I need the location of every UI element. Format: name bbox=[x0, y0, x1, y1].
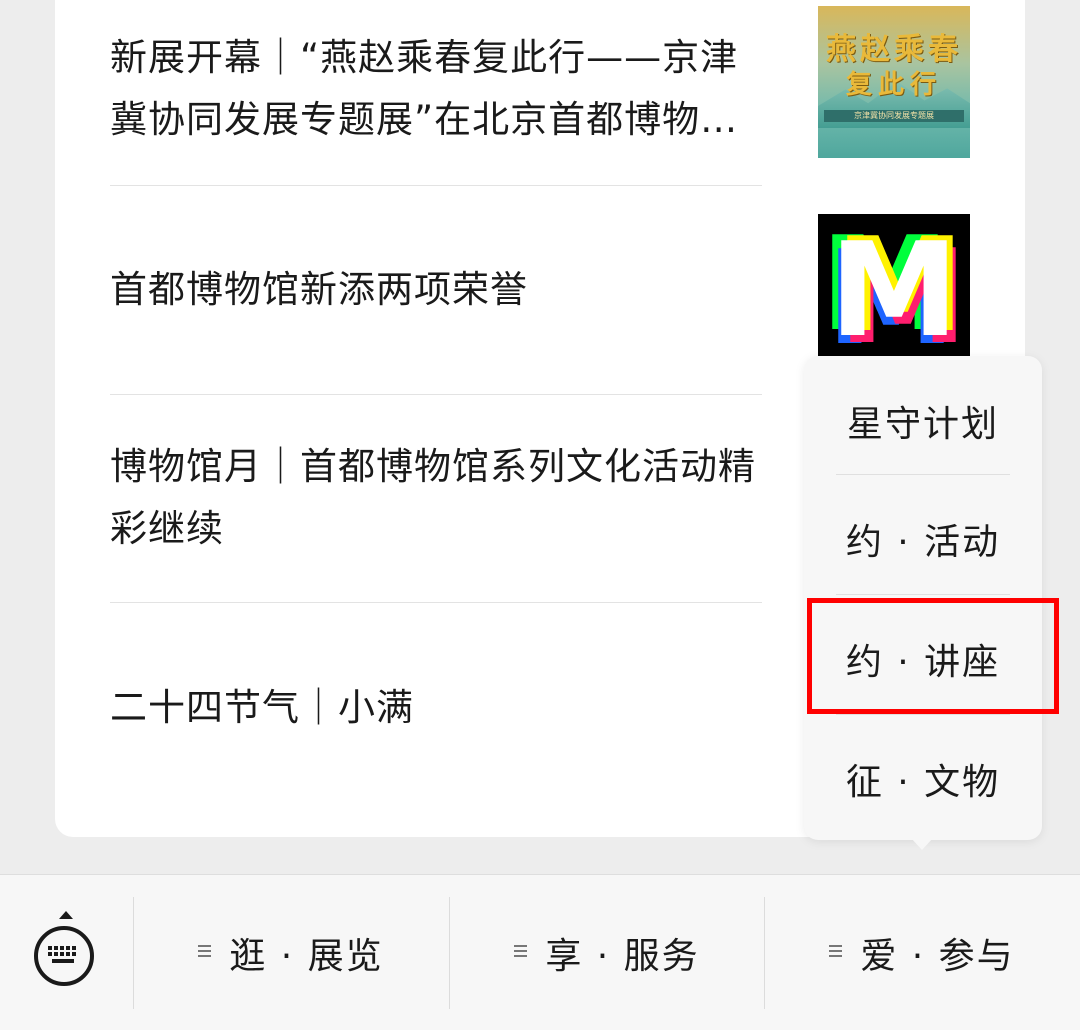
article-item[interactable]: 博物馆月｜首都博物馆系列文化活动精彩继续 bbox=[110, 400, 762, 596]
caret-up-icon bbox=[59, 911, 73, 919]
article-title: 首都博物馆新添两项荣誉 bbox=[110, 268, 528, 311]
keyboard-icon[interactable] bbox=[34, 926, 94, 986]
menu-icon bbox=[198, 943, 212, 958]
article-title: 二十四节气｜小满 bbox=[110, 686, 414, 729]
tab-label: 逛 · 展览 bbox=[229, 935, 384, 977]
divider bbox=[110, 602, 762, 603]
thumbnail-calligraphy: 复此行 bbox=[845, 70, 942, 100]
tab-participate[interactable]: 爱 · 参与 bbox=[765, 875, 1079, 1030]
popup-arrow bbox=[911, 838, 933, 850]
article-item[interactable]: 新展开幕｜“燕赵乘春复此行——京津冀协同发展专题展”在北京首都博物馆开幕 bbox=[110, 12, 762, 166]
logo-letter: M bbox=[829, 214, 959, 366]
divider bbox=[836, 714, 1010, 715]
popup-item-activity[interactable]: 约 · 活动 bbox=[804, 480, 1042, 598]
divider bbox=[836, 474, 1010, 475]
article-title: 新展开幕｜“燕赵乘春复此行——京津冀协同发展专题展”在北京首都博物馆开幕 bbox=[110, 36, 739, 141]
divider bbox=[110, 394, 762, 395]
divider bbox=[836, 594, 1010, 595]
bottom-tab-bar: 逛 · 展览 享 · 服务 爱 · 参与 bbox=[0, 874, 1080, 1030]
tab-services[interactable]: 享 · 服务 bbox=[450, 875, 764, 1030]
article-item[interactable]: 首都博物馆新添两项荣誉 bbox=[110, 190, 762, 390]
divider bbox=[110, 185, 762, 186]
article-thumbnail[interactable]: 燕赵乘春 复此行 京津冀协同发展专题展 bbox=[818, 6, 970, 158]
article-item[interactable]: 二十四节气｜小满 bbox=[110, 608, 762, 808]
popup-item-artifacts[interactable]: 征 · 文物 bbox=[804, 720, 1042, 838]
menu-icon bbox=[514, 943, 528, 958]
article-thumbnail[interactable]: M M M M M bbox=[818, 214, 970, 366]
thumbnail-calligraphy: 燕赵乘春 bbox=[826, 32, 962, 67]
menu-icon bbox=[829, 943, 843, 958]
highlight-box bbox=[807, 598, 1059, 714]
popup-item-xingshou[interactable]: 星守计划 bbox=[804, 362, 1042, 480]
tab-label: 享 · 服务 bbox=[545, 935, 700, 977]
thumbnail-subtitle: 京津冀协同发展专题展 bbox=[824, 110, 964, 122]
article-title: 博物馆月｜首都博物馆系列文化活动精彩继续 bbox=[110, 445, 756, 550]
tab-exhibitions[interactable]: 逛 · 展览 bbox=[134, 875, 448, 1030]
tab-label: 爱 · 参与 bbox=[860, 935, 1015, 977]
